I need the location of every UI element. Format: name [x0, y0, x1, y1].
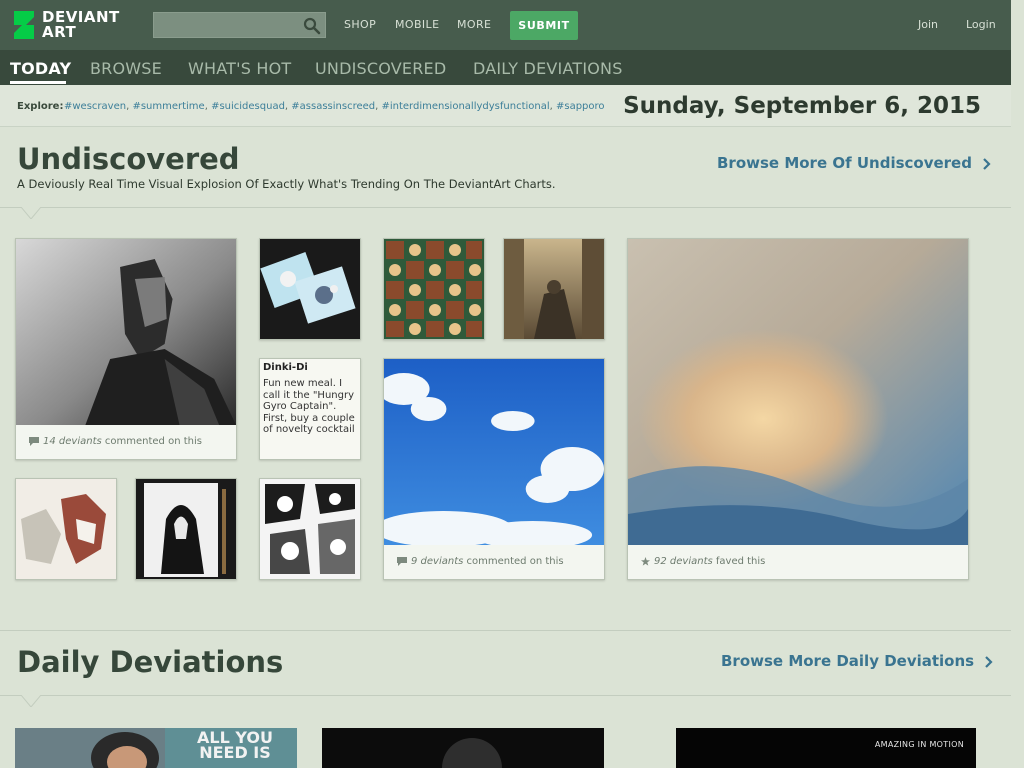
deviation-thumbnail: [136, 479, 236, 579]
comment-icon: [29, 436, 39, 446]
deviation-thumbnail: [628, 239, 968, 545]
tag-link[interactable]: #interdimensionallydysfunctional: [381, 101, 549, 112]
page-date: Sunday, September 6, 2015: [623, 93, 981, 119]
tag-link[interactable]: #assassinscreed: [291, 101, 375, 112]
deviation-tile[interactable]: [135, 478, 237, 580]
deviation-tile[interactable]: [259, 238, 361, 340]
section-divider: [0, 207, 1011, 208]
search-icon[interactable]: [303, 17, 321, 35]
video-overlay-text: AMAZING IN MOTION: [874, 740, 964, 749]
chevron-right-icon: [985, 655, 993, 668]
daily-deviation-tile[interactable]: [322, 728, 604, 768]
logo-text-line2: ART: [42, 23, 77, 41]
section-tabs: TODAY BROWSE WHAT'S HOT UNDISCOVERED DAI…: [0, 50, 1011, 85]
daily-deviation-tile[interactable]: ALL YOU NEED IS: [15, 728, 297, 768]
tab-browse[interactable]: BROWSE: [90, 59, 162, 78]
deviation-thumbnail: [384, 359, 604, 545]
nav-shop[interactable]: SHOP: [344, 18, 376, 31]
login-link[interactable]: Login: [966, 18, 996, 31]
deviation-thumbnail: [16, 239, 236, 425]
section-divider: [0, 695, 1011, 696]
literature-excerpt: Fun new meal. I call it the "Hungry Gyro…: [263, 378, 355, 435]
daily-deviations-title: Daily Deviations: [17, 645, 284, 679]
tag-link[interactable]: #sapporo: [556, 101, 605, 112]
deviation-tile[interactable]: [259, 478, 361, 580]
tab-daily-deviations[interactable]: DAILY DEVIATIONS: [473, 59, 623, 78]
deviation-tile[interactable]: 92 deviants faved this: [627, 238, 969, 580]
undiscovered-subtitle: A Deviously Real Time Visual Explosion O…: [17, 177, 556, 191]
section-notch: [21, 695, 41, 707]
deviation-thumbnail: [260, 479, 360, 579]
literature-tile[interactable]: Dinki-Di Fun new meal. I call it the "Hu…: [259, 358, 361, 460]
star-icon: [641, 556, 650, 566]
deviantart-logo[interactable]: DEVIANT ART: [12, 9, 132, 41]
daily-deviation-tile[interactable]: AMAZING IN MOTION: [676, 728, 976, 768]
deviation-tile[interactable]: 14 deviants commented on this: [15, 238, 237, 460]
tag-link[interactable]: #summertime: [132, 101, 204, 112]
caption-text: faved this: [712, 556, 766, 567]
literature-title: Dinki-Di: [263, 362, 308, 373]
browse-undiscovered-label: Browse More Of Undiscovered: [717, 154, 972, 172]
tag-link[interactable]: #wescraven: [64, 101, 126, 112]
tag-link[interactable]: #suicidesquad: [211, 101, 285, 112]
deviation-thumbnail: [322, 728, 604, 768]
browse-daily-label: Browse More Daily Deviations: [721, 652, 975, 670]
comment-count: 9 deviants: [411, 556, 464, 567]
deviantart-logo-icon: [14, 11, 34, 39]
undiscovered-title: Undiscovered: [17, 142, 240, 176]
deviation-tile[interactable]: 9 deviants commented on this: [383, 358, 605, 580]
nav-more[interactable]: MORE: [457, 18, 491, 31]
caption-text: commented on this: [463, 556, 564, 567]
nav-mobile[interactable]: MOBILE: [395, 18, 439, 31]
section-notch: [21, 207, 41, 219]
submit-button[interactable]: SUBMIT: [510, 11, 578, 40]
explore-bar: Explore: #wescraven, #summertime, #suici…: [0, 85, 1011, 127]
tab-today[interactable]: TODAY: [10, 59, 71, 78]
tab-undiscovered[interactable]: UNDISCOVERED: [315, 59, 446, 78]
join-link[interactable]: Join: [918, 18, 938, 31]
browse-undiscovered-link[interactable]: Browse More Of Undiscovered: [717, 154, 993, 172]
deviation-tile[interactable]: [383, 238, 485, 340]
comment-count: 14 deviants: [43, 436, 102, 447]
caption-text: commented on this: [101, 436, 202, 447]
explore-tags: #wescraven, #summertime, #suicidesquad, …: [64, 101, 605, 112]
tab-whats-hot[interactable]: WHAT'S HOT: [188, 59, 291, 78]
comment-icon: [397, 556, 407, 566]
section-divider: [0, 630, 1011, 631]
tile-caption: 9 deviants commented on this: [397, 556, 564, 567]
poster-text: ALL YOU NEED IS: [197, 728, 273, 762]
search-box: [153, 12, 326, 38]
tile-caption: 14 deviants commented on this: [29, 436, 202, 447]
fave-count: 92 deviants: [654, 556, 713, 567]
search-input[interactable]: [154, 13, 299, 37]
tile-caption: 92 deviants faved this: [641, 556, 765, 567]
active-tab-indicator: [10, 81, 66, 84]
deviation-thumbnail: [16, 479, 116, 579]
deviation-thumbnail: [384, 239, 484, 339]
deviation-tile[interactable]: [15, 478, 117, 580]
deviation-thumbnail: [504, 239, 604, 339]
deviation-thumbnail: [260, 239, 360, 339]
deviation-tile[interactable]: [503, 238, 605, 340]
explore-label: Explore:: [17, 101, 64, 112]
browse-daily-deviations-link[interactable]: Browse More Daily Deviations: [721, 652, 995, 670]
top-bar: DEVIANT ART SHOP MOBILE MORE SUBMIT Join…: [0, 0, 1011, 50]
chevron-right-icon: [983, 157, 991, 170]
